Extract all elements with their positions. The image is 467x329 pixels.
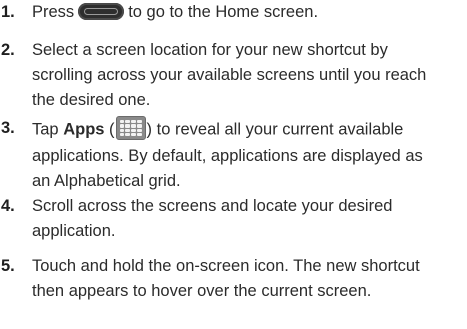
step-line: applications. By default, applications a… <box>32 147 423 165</box>
step-line: Touch and hold the on-screen icon. The n… <box>32 257 420 275</box>
step-line: then appears to hover over the current s… <box>32 282 372 300</box>
step-line: scrolling across your available screens … <box>32 66 427 84</box>
step-text: Press <box>32 3 75 21</box>
step-number: 3. <box>1 119 15 137</box>
home-key-icon <box>78 2 125 20</box>
step-number: 5. <box>1 257 15 275</box>
instruction-page: 1. Press to go to the Home screen. 2. Sel… <box>0 0 467 329</box>
step-line: Press to go to the Home screen. <box>32 0 462 25</box>
apps-label: Apps <box>63 120 105 139</box>
step-line: Scroll across the screens and locate you… <box>32 197 393 215</box>
apps-grid-icon <box>115 116 146 140</box>
step-line: Select a screen location for your new sh… <box>32 41 388 59</box>
step-text: Tap <box>32 120 59 139</box>
step-line: an Alphabetical grid. <box>32 172 181 190</box>
step-number: 2. <box>1 41 15 59</box>
step-body: Select a screen location for your new sh… <box>32 38 462 113</box>
step-number: 1. <box>1 3 15 21</box>
step-line: the desired one. <box>32 91 151 109</box>
step-line: Tap Apps ( ) to reveal all your current … <box>32 116 462 144</box>
step-body: Press to go to the Home screen. <box>32 0 462 25</box>
step-body: Touch and hold the on-screen icon. The n… <box>32 254 462 304</box>
step-line: application. <box>32 222 116 240</box>
step-text: ) to reveal all your current available <box>146 120 404 139</box>
step-text: ( <box>109 120 115 139</box>
step-text: to go to the Home screen. <box>128 3 319 21</box>
step-body: Scroll across the screens and locate you… <box>32 194 462 244</box>
step-body: Tap Apps ( ) to reveal all your current … <box>32 116 462 194</box>
step-number: 4. <box>1 197 15 215</box>
